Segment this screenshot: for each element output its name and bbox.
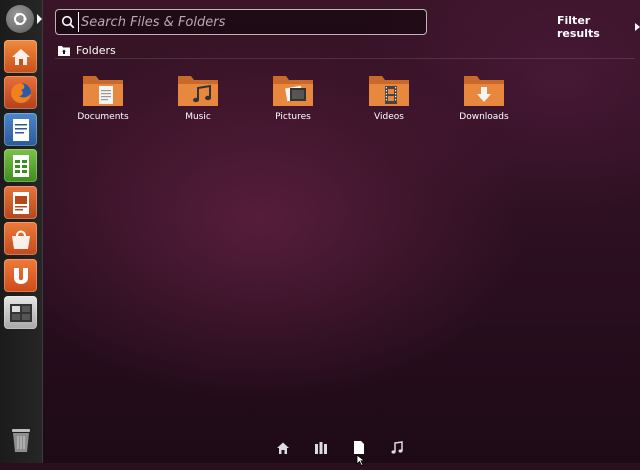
- folder-downloads[interactable]: Downloads: [444, 72, 524, 122]
- search-icon: [61, 14, 75, 33]
- dash-home-icon[interactable]: [6, 5, 34, 33]
- folder-pictures[interactable]: Pictures: [253, 72, 333, 122]
- writer-icon[interactable]: [4, 113, 37, 146]
- mouse-pointer-icon: [356, 451, 366, 470]
- folder-label: Music: [185, 112, 211, 122]
- folder-videos[interactable]: Videos: [349, 72, 429, 122]
- category-title: Folders: [76, 44, 116, 57]
- firefox-icon[interactable]: [4, 76, 37, 109]
- music-folder-icon: [158, 72, 238, 108]
- workspace-switcher-icon[interactable]: [4, 296, 37, 329]
- impress-icon[interactable]: [4, 186, 37, 219]
- trash-icon[interactable]: [6, 425, 36, 455]
- folder-label: Downloads: [459, 112, 509, 122]
- search-input[interactable]: [78, 12, 421, 32]
- home-folder-icon[interactable]: [4, 40, 37, 73]
- pictures-folder-icon: [253, 72, 333, 108]
- category-divider: [55, 58, 635, 59]
- filter-results-button[interactable]: Filter results: [557, 14, 640, 40]
- videos-folder-icon: [349, 72, 429, 108]
- folder-music[interactable]: Music: [158, 72, 238, 122]
- software-center-icon[interactable]: [4, 222, 37, 255]
- folder-label: Videos: [374, 112, 404, 122]
- documents-folder-icon: [63, 72, 143, 108]
- home-lens-icon[interactable]: [276, 440, 290, 459]
- folder-label: Documents: [77, 112, 129, 122]
- chevron-right-icon: [635, 23, 640, 31]
- filter-results-label: Filter results: [557, 14, 600, 40]
- dash-background: [0, 0, 640, 463]
- calc-icon[interactable]: [4, 149, 37, 182]
- downloads-folder-icon: [444, 72, 524, 108]
- ubuntu-one-icon[interactable]: [4, 259, 37, 292]
- applications-lens-icon[interactable]: [314, 440, 328, 459]
- folder-documents[interactable]: Documents: [63, 72, 143, 122]
- music-lens-icon[interactable]: [390, 440, 404, 459]
- launcher: [0, 0, 43, 463]
- folder-label: Pictures: [275, 112, 311, 122]
- lens-bar: [270, 440, 410, 460]
- search-box[interactable]: [55, 9, 427, 35]
- active-indicator-icon: [37, 14, 42, 24]
